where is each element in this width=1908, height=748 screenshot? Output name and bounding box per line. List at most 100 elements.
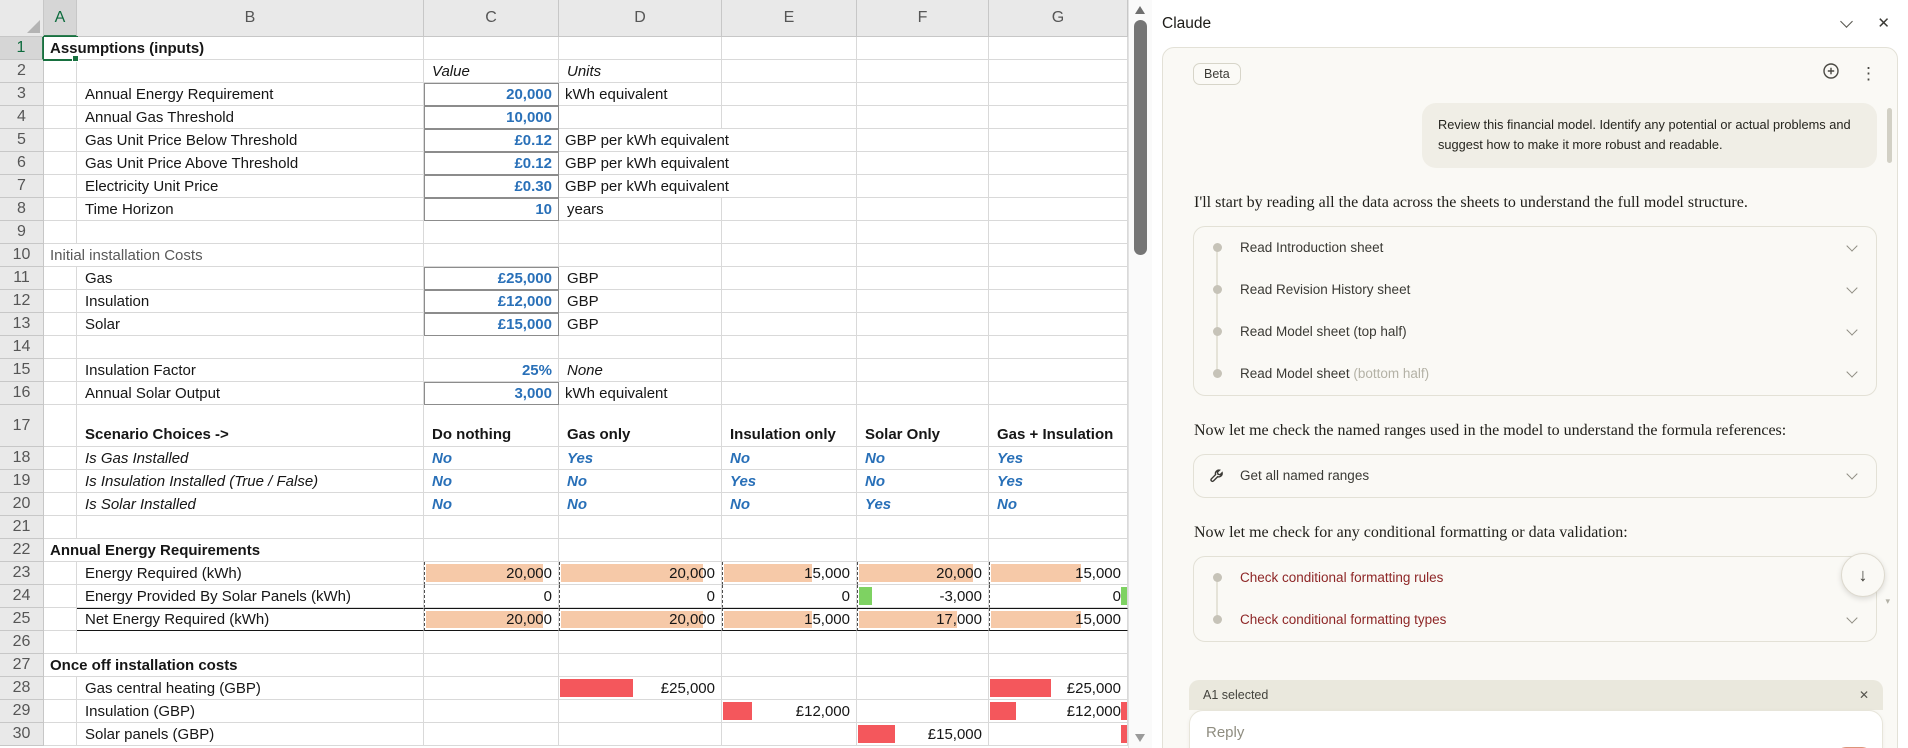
cell-A8[interactable] xyxy=(44,198,77,221)
row-header-18[interactable]: 18 xyxy=(0,447,44,470)
row-header-15[interactable]: 15 xyxy=(0,359,44,382)
cell-D20[interactable]: No xyxy=(559,493,722,516)
scrollbar-thumb[interactable] xyxy=(1134,20,1147,255)
cell-A5[interactable] xyxy=(44,129,77,152)
cell-F15[interactable] xyxy=(857,359,989,382)
cell-G22[interactable] xyxy=(989,539,1128,562)
cell-F22[interactable] xyxy=(857,539,989,562)
row-header-30[interactable]: 30 xyxy=(0,723,44,746)
cell-A9[interactable] xyxy=(44,221,77,244)
cell-D18[interactable]: Yes xyxy=(559,447,722,470)
cell-C26[interactable] xyxy=(424,631,559,654)
cell-E28[interactable] xyxy=(722,677,857,700)
tool-row[interactable]: Read Introduction sheet xyxy=(1194,227,1876,269)
cell-E26[interactable] xyxy=(722,631,857,654)
column-header-C[interactable]: C xyxy=(424,0,559,37)
cell-G20[interactable]: No xyxy=(989,493,1128,516)
cell-F14[interactable] xyxy=(857,336,989,359)
cell-C1[interactable] xyxy=(424,37,559,60)
cell-C23[interactable]: 20,000 xyxy=(424,562,559,585)
cell-B9[interactable] xyxy=(77,221,424,244)
cell-C10[interactable] xyxy=(424,244,559,267)
column-header-A[interactable]: A xyxy=(44,0,77,37)
cell-C20[interactable]: No xyxy=(424,493,559,516)
cell-B15[interactable]: Insulation Factor xyxy=(77,359,424,382)
cell-E21[interactable] xyxy=(722,516,857,539)
collapse-chevron-icon[interactable] xyxy=(1840,15,1854,28)
cell-D22[interactable] xyxy=(559,539,722,562)
cell-G9[interactable] xyxy=(989,221,1128,244)
cell-D5[interactable]: GBP per kWh equivalent xyxy=(559,129,732,152)
cell-E16[interactable] xyxy=(722,382,857,405)
cell-F24[interactable]: -3,000 xyxy=(857,585,989,608)
tool-row[interactable]: Check conditional formatting types xyxy=(1194,599,1876,641)
cell-F16[interactable] xyxy=(857,382,989,405)
cell-C28[interactable] xyxy=(424,677,559,700)
cell-G25[interactable]: 15,000 xyxy=(989,608,1128,631)
row-header-23[interactable]: 23 xyxy=(0,562,44,585)
cell-E1[interactable] xyxy=(722,37,857,60)
cell-B21[interactable] xyxy=(77,516,424,539)
cell-D19[interactable]: No xyxy=(559,470,722,493)
cell-G10[interactable] xyxy=(989,244,1128,267)
cell-G6[interactable] xyxy=(989,152,1128,175)
cell-D13[interactable]: GBP xyxy=(559,313,722,336)
row-header-11[interactable]: 11 xyxy=(0,267,44,290)
cell-C18[interactable]: No xyxy=(424,447,559,470)
cell-E22[interactable] xyxy=(722,539,857,562)
cell-B30[interactable]: Solar panels (GBP) xyxy=(77,723,424,746)
cell-B5[interactable]: Gas Unit Price Below Threshold xyxy=(77,129,424,152)
cell-G8[interactable] xyxy=(989,198,1128,221)
row-header-8[interactable]: 8 xyxy=(0,198,44,221)
cell-D14[interactable] xyxy=(559,336,722,359)
cell-B24[interactable]: Energy Provided By Solar Panels (kWh) xyxy=(77,585,424,608)
cell-B13[interactable]: Solar xyxy=(77,313,424,336)
cell-F30[interactable]: £15,000 xyxy=(857,723,989,746)
cell-G21[interactable] xyxy=(989,516,1128,539)
cell-A29[interactable] xyxy=(44,700,77,723)
tool-row[interactable]: Read Model sheet (top half) xyxy=(1194,311,1876,353)
cell-D7[interactable]: GBP per kWh equivalent xyxy=(559,175,732,198)
cell-A18[interactable] xyxy=(44,447,77,470)
cell-G15[interactable] xyxy=(989,359,1128,382)
row-header-29[interactable]: 29 xyxy=(0,700,44,723)
cell-C11[interactable]: £25,000 xyxy=(424,267,559,290)
cell-D23[interactable]: 20,000 xyxy=(559,562,722,585)
cell-C12[interactable]: £12,000 xyxy=(424,290,559,313)
cell-B19[interactable]: Is Insulation Installed (True / False) xyxy=(77,470,424,493)
cell-E19[interactable]: Yes xyxy=(722,470,857,493)
panel-scrollbar-thumb[interactable] xyxy=(1887,108,1892,163)
row-header-4[interactable]: 4 xyxy=(0,106,44,129)
row-header-14[interactable]: 14 xyxy=(0,336,44,359)
cell-A20[interactable] xyxy=(44,493,77,516)
cell-C16[interactable]: 3,000 xyxy=(424,382,559,405)
cell-C27[interactable] xyxy=(424,654,559,677)
row-header-16[interactable]: 16 xyxy=(0,382,44,405)
cell-F1[interactable] xyxy=(857,37,989,60)
cell-C8[interactable]: 10 xyxy=(424,198,559,221)
cell-F6[interactable] xyxy=(857,152,989,175)
cell-C25[interactable]: 20,000 xyxy=(424,608,559,631)
cell-D24[interactable]: 0 xyxy=(559,585,722,608)
cell-E10[interactable] xyxy=(722,244,857,267)
column-header-G[interactable]: G xyxy=(989,0,1128,37)
scrollbar-up-arrow-icon[interactable] xyxy=(1135,6,1145,14)
cell-C14[interactable] xyxy=(424,336,559,359)
cell-B2[interactable] xyxy=(77,60,424,83)
cell-G19[interactable]: Yes xyxy=(989,470,1128,493)
scroll-to-bottom-button[interactable]: ↓ xyxy=(1841,553,1885,597)
cell-E8[interactable] xyxy=(722,198,857,221)
cell-G30[interactable] xyxy=(989,723,1128,746)
cell-E3[interactable] xyxy=(722,83,857,106)
cell-A26[interactable] xyxy=(44,631,77,654)
select-all-corner[interactable] xyxy=(0,0,44,37)
cell-D12[interactable]: GBP xyxy=(559,290,722,313)
cell-D17[interactable]: Gas only xyxy=(559,405,722,447)
cell-B23[interactable]: Energy Required (kWh) xyxy=(77,562,424,585)
cell-C29[interactable] xyxy=(424,700,559,723)
cell-G28[interactable]: £25,000 xyxy=(989,677,1128,700)
row-header-28[interactable]: 28 xyxy=(0,677,44,700)
cell-F23[interactable]: 20,000 xyxy=(857,562,989,585)
row-header-17[interactable]: 17 xyxy=(0,405,44,447)
row-header-24[interactable]: 24 xyxy=(0,585,44,608)
